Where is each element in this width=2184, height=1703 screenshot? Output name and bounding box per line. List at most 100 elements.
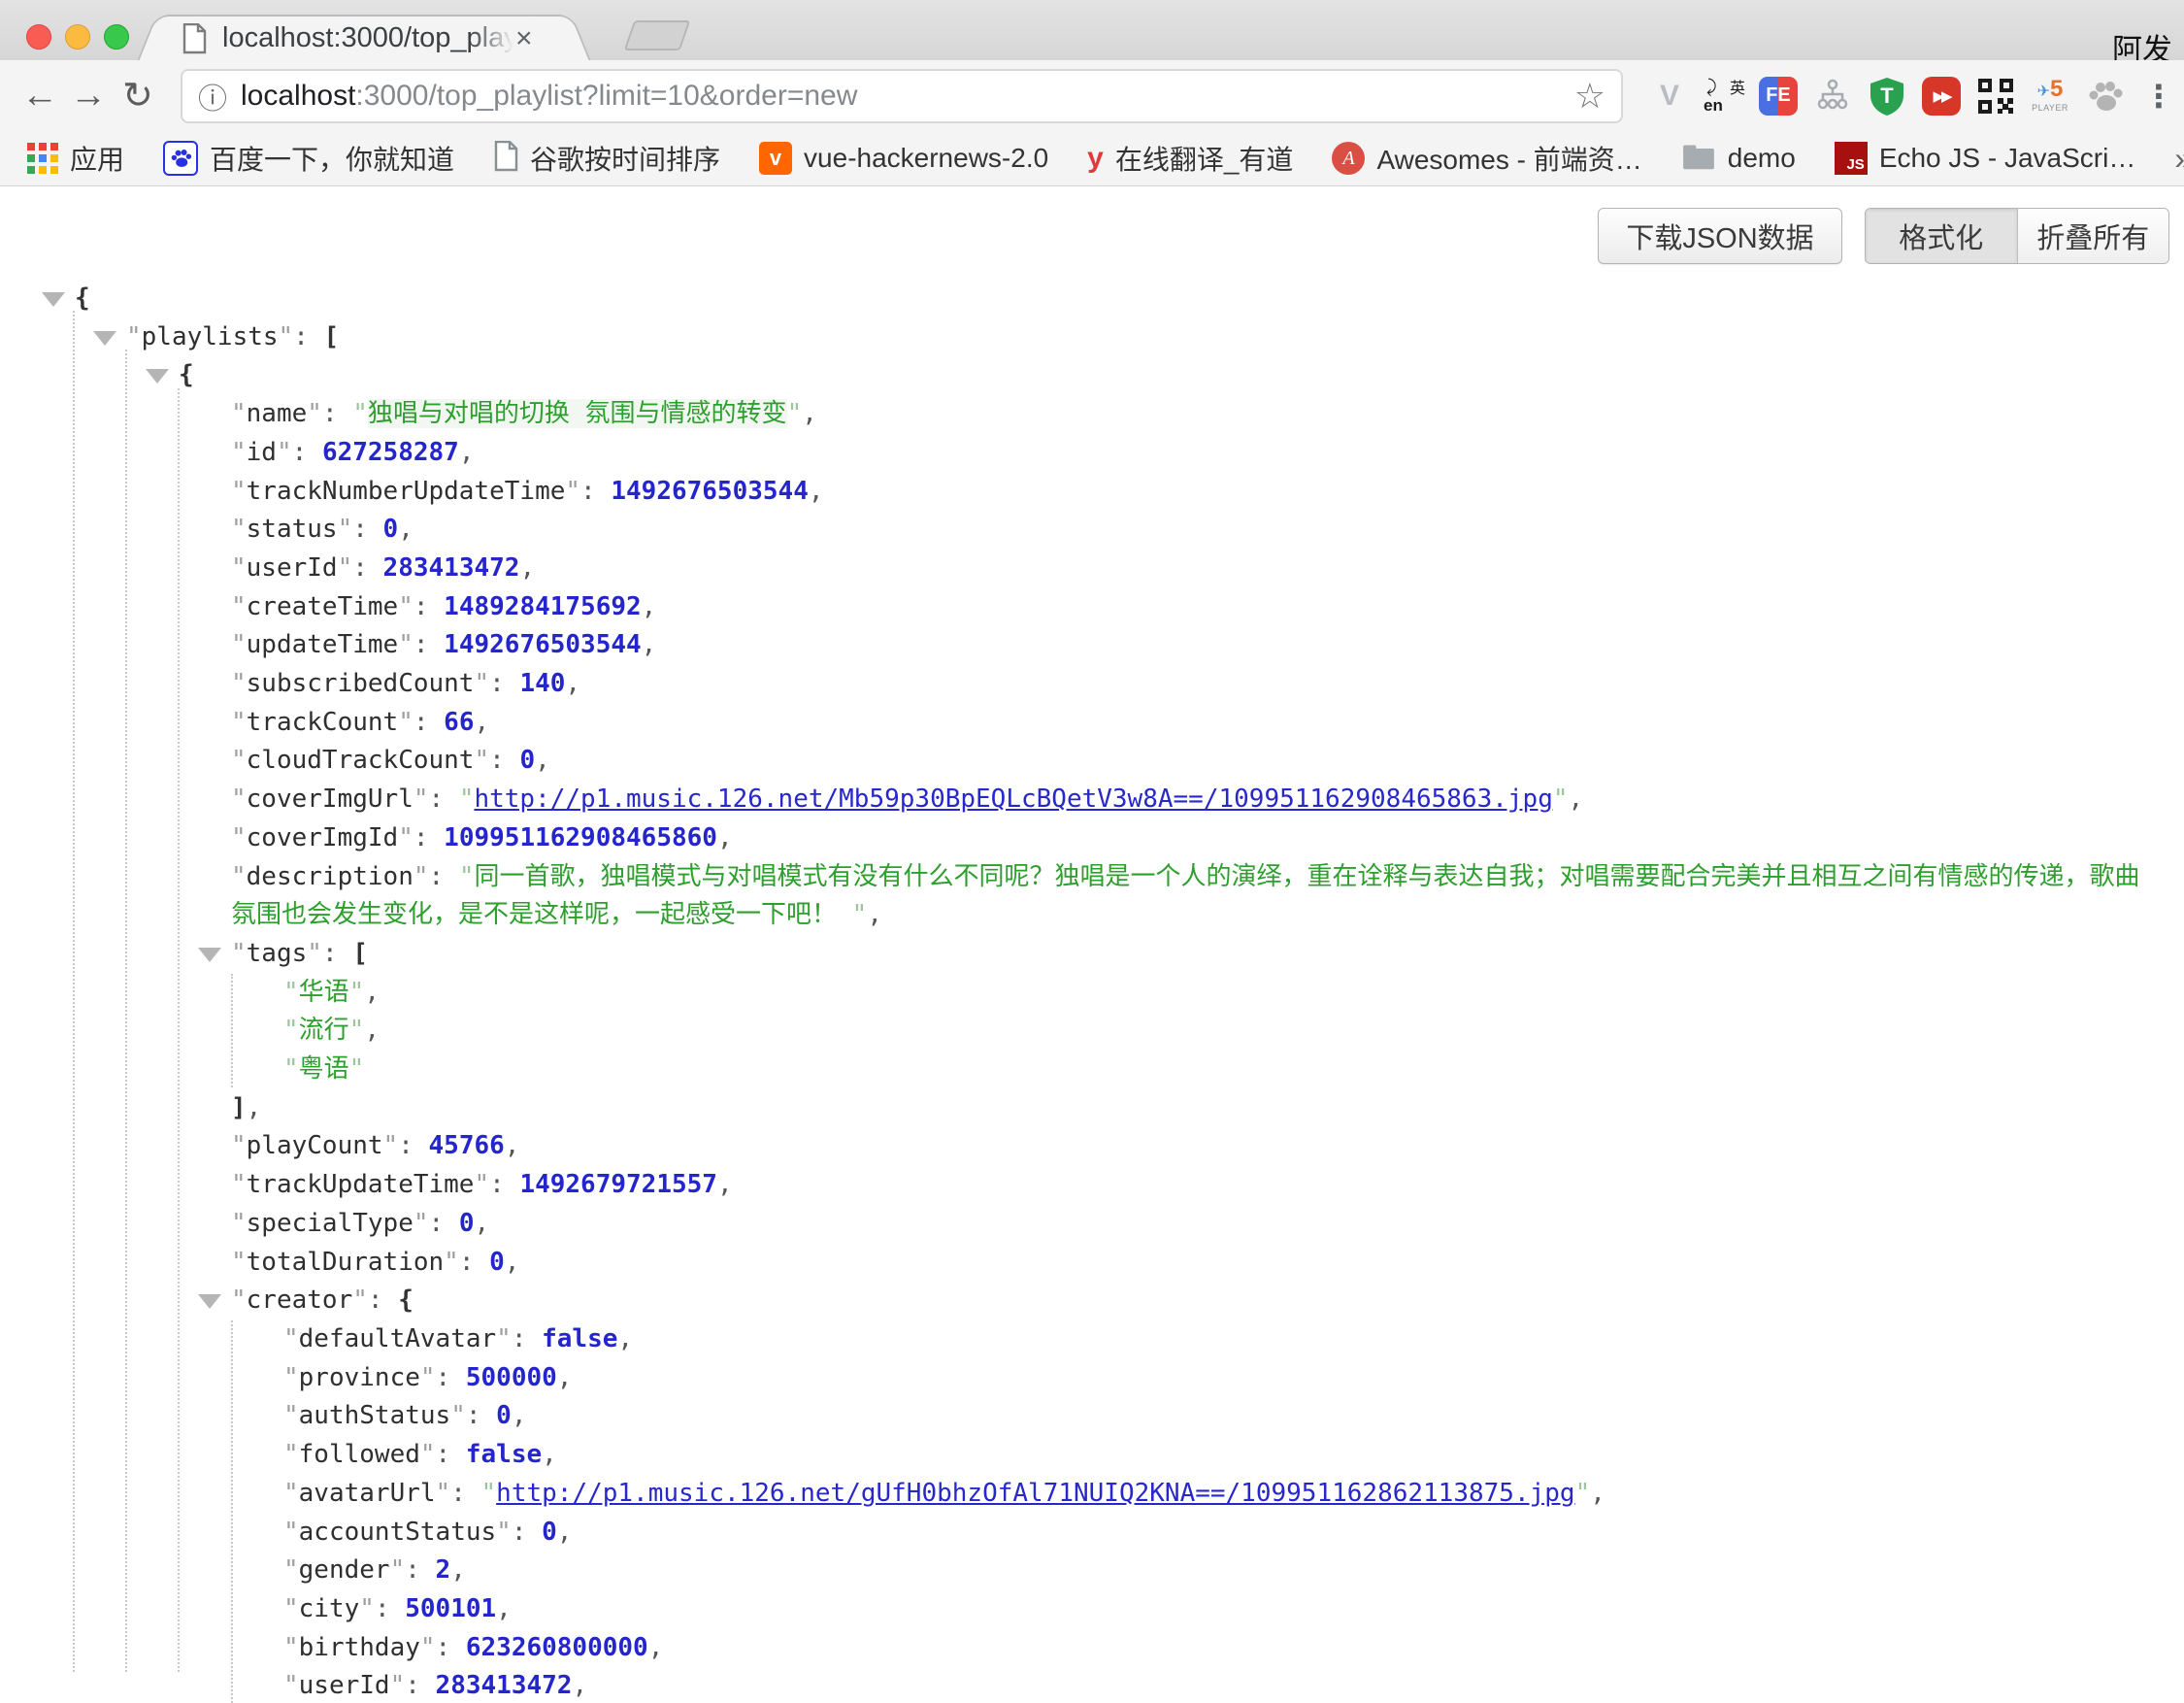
json-key: playlists	[142, 322, 279, 351]
json-key: userId	[299, 1671, 390, 1700]
bookmark-item[interactable]: AAwesomes - 前端资…	[1332, 139, 1641, 178]
json-line: "tags": [	[0, 935, 2174, 974]
json-tree: {"playlists": [{"name": "独唱与对唱的切换 氛围与情感的…	[0, 280, 2174, 1703]
toolbar: ← → ↻ ⓘ localhost:3000/top_playlist?limi…	[0, 60, 2184, 131]
json-token: "	[307, 399, 322, 428]
json-key: createTime	[247, 592, 399, 621]
browser-menu-icon[interactable]: ⋮	[2137, 75, 2180, 117]
json-token: "	[283, 1479, 299, 1508]
json-token: ,	[867, 900, 882, 929]
bookmark-item[interactable]: JSEcho JS - JavaScri…	[1835, 142, 2136, 175]
json-token: ,	[557, 1518, 573, 1547]
address-bar[interactable]: ⓘ localhost:3000/top_playlist?limit=10&o…	[181, 69, 1623, 123]
json-token: "	[352, 1286, 368, 1315]
json-key: followed	[299, 1440, 420, 1469]
page-info-icon[interactable]: ⓘ	[198, 75, 227, 117]
json-key: province	[299, 1363, 420, 1392]
json-token: "	[459, 862, 475, 891]
tab-close-icon[interactable]: ×	[515, 24, 533, 53]
json-key: status	[247, 515, 338, 544]
bookmark-star-icon[interactable]: ☆	[1574, 76, 1605, 117]
youdao-translate-icon[interactable]: ⤸英en	[1703, 75, 1745, 117]
bookmark-item[interactable]: 百度一下，你就知道	[163, 139, 454, 178]
json-token: "	[231, 553, 247, 583]
video-downloader-icon[interactable]: ▶▶	[1920, 75, 1963, 117]
json-line: "userId": 283413472,	[0, 1667, 2174, 1703]
bookmark-label: 在线翻译_有道	[1115, 139, 1294, 178]
json-line: "gender": 2,	[0, 1552, 2174, 1590]
json-token: "	[231, 823, 247, 852]
json-token: ,	[474, 708, 489, 737]
bookmarks-overflow-icon[interactable]: »	[2174, 141, 2184, 177]
bookmark-item[interactable]: demo	[1681, 142, 1796, 176]
format-button[interactable]: 格式化	[1866, 209, 2018, 263]
forward-icon[interactable]: →	[70, 60, 107, 131]
json-line: "coverImgUrl": "http://p1.music.126.net/…	[0, 781, 2174, 819]
json-number-value: 0	[519, 746, 535, 775]
reload-icon[interactable]: ↻	[122, 60, 153, 131]
html5-player-icon[interactable]: ✈5PLAYER	[2029, 75, 2071, 117]
collapse-all-button[interactable]: 折叠所有	[2018, 209, 2169, 263]
qrcode-icon[interactable]	[1974, 75, 2017, 117]
json-token: ,	[617, 1324, 633, 1353]
json-token: "	[283, 978, 299, 1007]
back-icon[interactable]: ←	[21, 60, 58, 131]
close-window-button[interactable]	[26, 24, 51, 50]
collapse-arrow-icon[interactable]	[42, 292, 65, 307]
json-token: "	[283, 1324, 299, 1353]
bookmark-item[interactable]: y在线翻译_有道	[1087, 139, 1293, 178]
json-token: "	[283, 1633, 299, 1662]
json-token: :	[429, 785, 459, 814]
json-token: "	[231, 785, 247, 814]
json-token: "	[277, 438, 292, 467]
json-token: "	[349, 1054, 365, 1084]
json-url-link[interactable]: http://p1.music.126.net/Mb59p30BpEQLcBQe…	[474, 785, 1552, 814]
json-token: :	[466, 1401, 496, 1430]
json-string-value: 流行	[299, 1016, 349, 1045]
json-line: {	[0, 280, 2174, 318]
json-line: "specialType": 0,	[0, 1205, 2174, 1244]
sitemap-icon[interactable]	[1811, 75, 1854, 117]
json-token: ,	[557, 1363, 573, 1392]
json-token: "	[787, 399, 803, 428]
json-token: "	[231, 939, 247, 968]
minimize-window-button[interactable]	[65, 24, 90, 50]
json-token: :	[436, 1633, 466, 1662]
json-token: "	[231, 669, 247, 698]
paw-icon[interactable]	[2083, 75, 2126, 117]
json-token: :	[414, 592, 444, 621]
tampermonkey-shield-icon[interactable]: T	[1866, 75, 1908, 117]
vue-devtools-icon[interactable]: V	[1648, 75, 1691, 117]
json-token: :	[580, 477, 611, 506]
bookmark-item[interactable]: 谷歌按时间排序	[493, 139, 720, 178]
json-token: ,	[565, 669, 580, 698]
json-token: "	[283, 1671, 299, 1700]
collapse-arrow-icon[interactable]	[198, 948, 221, 962]
browser-tab[interactable]: localhost:3000/top_playlist?lim ×	[170, 15, 558, 60]
new-tab-button[interactable]	[624, 20, 691, 50]
json-token: "	[496, 1518, 512, 1547]
url-text[interactable]: localhost:3000/top_playlist?limit=10&ord…	[241, 80, 1565, 113]
zoom-window-button[interactable]	[104, 24, 129, 50]
json-url-link[interactable]: http://p1.music.126.net/gUfH0bhzOfAl71NU…	[496, 1479, 1574, 1508]
json-token: ,	[474, 1209, 489, 1238]
json-token: ,	[642, 630, 657, 659]
json-key: playCount	[247, 1131, 383, 1160]
download-json-button[interactable]: 下载JSON数据	[1598, 208, 1842, 264]
collapse-arrow-icon[interactable]	[198, 1294, 221, 1309]
collapse-arrow-icon[interactable]	[93, 331, 116, 346]
json-line: "defaultAvatar": false,	[0, 1320, 2174, 1359]
bookmark-item[interactable]: 应用	[27, 139, 124, 178]
json-token: ,	[505, 1131, 520, 1160]
json-key: birthday	[299, 1633, 420, 1662]
json-line: "coverImgId": 109951162908465860,	[0, 819, 2174, 858]
baidu-paw-icon	[163, 141, 198, 176]
bookmark-item[interactable]: vvue-hackernews-2.0	[759, 142, 1048, 175]
json-key: id	[247, 438, 277, 467]
fehelper-icon[interactable]: FE	[1757, 75, 1800, 117]
collapse-arrow-icon[interactable]	[146, 369, 169, 384]
tab-title: localhost:3000/top_playlist?lim	[222, 22, 513, 54]
json-line: "name": "独唱与对唱的切换 氛围与情感的转变",	[0, 395, 2174, 434]
json-key: specialType	[247, 1209, 414, 1238]
page-favicon-icon	[182, 23, 207, 54]
